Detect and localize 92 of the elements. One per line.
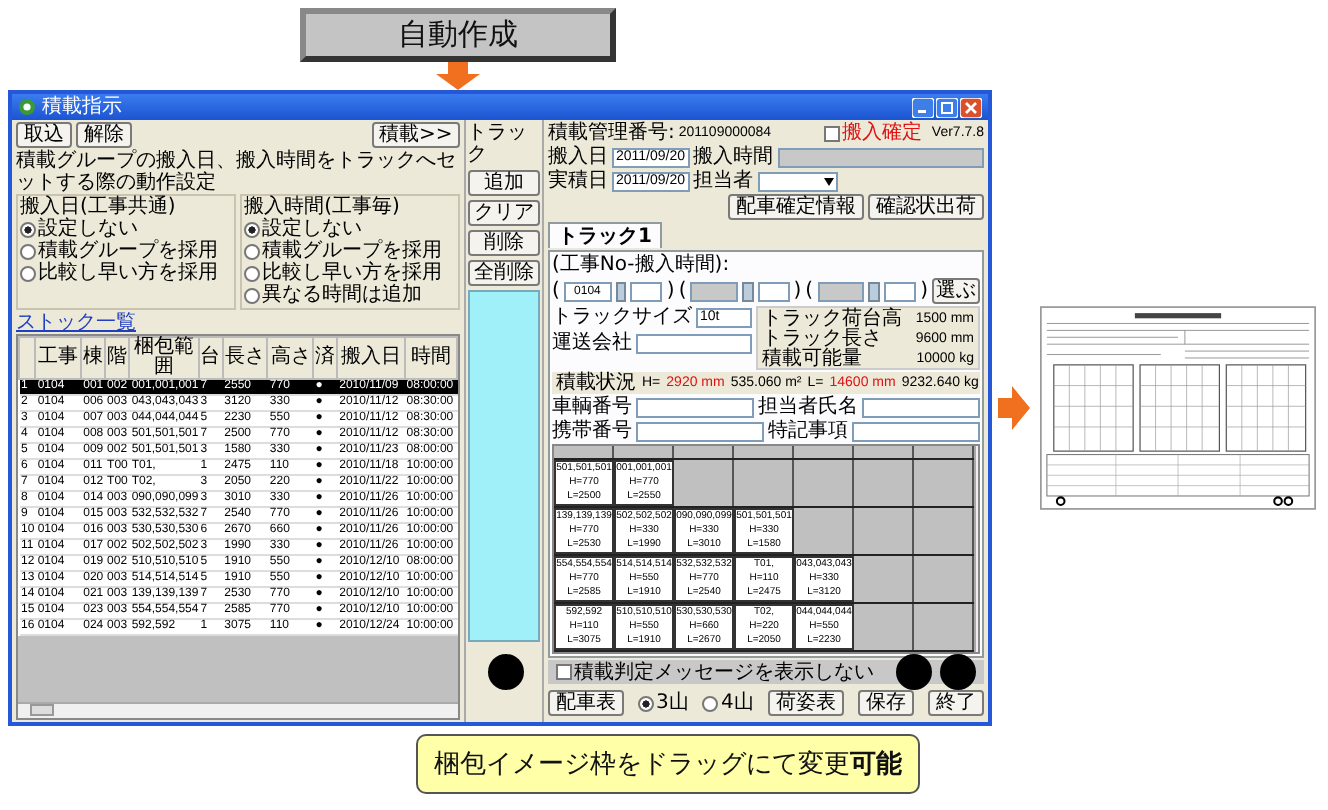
- spin-icon[interactable]: [741, 281, 754, 301]
- info-label: 積載状況: [556, 372, 636, 394]
- field-label: 運送会社: [552, 332, 632, 354]
- spin-icon[interactable]: [868, 281, 881, 301]
- bracket-text: (: [805, 280, 814, 302]
- annotation-marker: [896, 654, 932, 690]
- project-code-field[interactable]: [690, 281, 738, 301]
- column-header: 棟: [81, 337, 106, 379]
- toolbar-button[interactable]: 解除: [76, 122, 132, 148]
- field-label: 担当者氏名: [758, 396, 858, 418]
- bracket-text: ): [920, 280, 928, 302]
- vehicle-number-field[interactable]: [636, 397, 754, 417]
- info-label: 積載可能量: [762, 347, 862, 369]
- bracket-text: (: [678, 280, 687, 302]
- column-header: 時間: [404, 337, 458, 379]
- driver-name-field[interactable]: [862, 397, 980, 417]
- confirm-checkbox[interactable]: 搬入確定: [823, 122, 922, 144]
- field-label: 車輌番号: [552, 396, 632, 418]
- info-label: トラック長さ: [762, 327, 882, 349]
- annotation-marker: [940, 654, 976, 690]
- column-header: 済: [313, 337, 338, 379]
- group-title: 搬入時間(工事毎): [244, 196, 402, 218]
- radio-option[interactable]: 比較し早い方を採用: [244, 262, 457, 284]
- truck-action-button[interactable]: クリア: [468, 200, 541, 226]
- radio-option[interactable]: 異なる時間は追加: [244, 284, 457, 306]
- phone-field[interactable]: [636, 421, 764, 441]
- field-label: 担当者: [693, 170, 754, 192]
- field-label: トラックサイズ: [552, 306, 692, 328]
- maximize-icon[interactable]: [936, 97, 958, 117]
- field-label: 搬入日: [548, 146, 608, 168]
- auto-create-button[interactable]: 自動作成: [300, 8, 616, 62]
- pick-button[interactable]: 選ぶ: [932, 278, 980, 304]
- project-code-field[interactable]: [817, 281, 865, 301]
- carrier-dropdown[interactable]: [636, 333, 752, 353]
- dispatch-table-button[interactable]: 配車表: [548, 690, 624, 716]
- list-title: ストック一覧: [16, 312, 138, 334]
- field-label: 実積日: [548, 170, 608, 192]
- window-title: 積載指示: [42, 97, 122, 117]
- field-label: 搬入時間: [693, 146, 774, 168]
- radio-option[interactable]: 比較し早い方を採用: [20, 262, 233, 284]
- field-label: (工事No-搬入時間):: [552, 254, 730, 276]
- spin-icon[interactable]: [615, 281, 627, 301]
- field-label: 特記事項: [768, 420, 848, 442]
- field-label: 積載管理番号:: [548, 122, 675, 144]
- bracket-text: ): [666, 280, 675, 302]
- radio-option[interactable]: 積載グループを採用: [244, 240, 457, 262]
- truck-tab[interactable]: トラック1: [548, 222, 662, 248]
- app-icon: [18, 98, 36, 116]
- annotation-marker: [488, 654, 524, 690]
- bracket-text: ): [793, 280, 802, 302]
- load-toggle-button[interactable]: 積載>>: [371, 122, 461, 148]
- truck-action-button[interactable]: 追加: [468, 170, 541, 196]
- bracket-text: (: [552, 280, 560, 302]
- action-button[interactable]: 確認状出荷: [868, 194, 984, 220]
- close-icon[interactable]: [960, 97, 982, 117]
- column-header: 台: [198, 337, 223, 379]
- down-arrow-icon: [436, 62, 480, 90]
- radio-option[interactable]: 4山: [702, 692, 754, 714]
- radio-option[interactable]: 3山: [638, 692, 689, 714]
- notes-field[interactable]: [852, 421, 980, 441]
- column-header: 階: [105, 337, 130, 379]
- minimize-icon[interactable]: [912, 97, 934, 117]
- column-header: 高さ: [267, 337, 314, 379]
- column-header: 工事: [35, 337, 82, 379]
- field-label: 携帯番号: [552, 420, 632, 442]
- dropdown-caret-icon[interactable]: [823, 177, 834, 185]
- truck-label: トラック: [466, 122, 529, 166]
- time-field[interactable]: [630, 281, 663, 301]
- info-label: トラック荷台高: [762, 307, 902, 329]
- column-header: 長さ: [222, 337, 268, 379]
- right-arrow-icon: [998, 386, 1030, 430]
- truck-action-button[interactable]: 削除: [468, 230, 541, 256]
- vertical-scrollbar[interactable]: [974, 446, 978, 652]
- time-field[interactable]: [884, 281, 917, 301]
- toolbar-button[interactable]: 取込: [16, 122, 72, 148]
- footer-button[interactable]: 保存: [857, 690, 914, 716]
- group-title: 搬入日(工事共通): [20, 196, 178, 218]
- person-dropdown[interactable]: [757, 171, 838, 191]
- column-header: 梱包範囲: [129, 337, 199, 379]
- action-button[interactable]: 配車確定情報: [728, 194, 864, 220]
- footer-button[interactable]: 荷姿表: [767, 690, 844, 716]
- time-field[interactable]: [757, 281, 790, 301]
- radio-option[interactable]: 設定しない: [244, 218, 457, 240]
- radio-option[interactable]: 積載グループを採用: [20, 240, 233, 262]
- horizontal-scrollbar[interactable]: [18, 702, 459, 718]
- hint-note: 梱包イメージ枠をドラッグにて変更可能: [416, 734, 920, 794]
- footer-button[interactable]: 終了: [927, 690, 984, 716]
- settings-caption: 積載グループの搬入日、搬入時間をトラックへセットする際の動作設定: [16, 150, 458, 194]
- column-header: 搬入日: [337, 337, 405, 379]
- time-field[interactable]: [777, 147, 984, 167]
- radio-option[interactable]: 設定しない: [20, 218, 233, 240]
- truck-action-button[interactable]: 全削除: [468, 260, 541, 286]
